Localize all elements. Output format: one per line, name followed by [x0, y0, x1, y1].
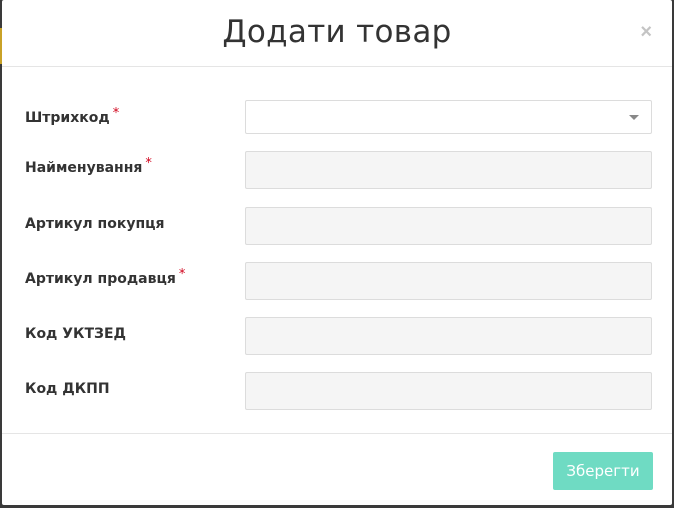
field-row-name: Найменування *	[2, 151, 672, 189]
modal-title: Додати товар	[222, 14, 452, 50]
field-row-dkpp: Код ДКПП	[2, 372, 672, 410]
uktzed-label: Код УКТЗЕД	[25, 326, 127, 342]
required-marker: *	[178, 267, 186, 282]
buyer-article-label: Артикул покупця	[25, 216, 165, 232]
name-label: Найменування *	[25, 156, 152, 176]
seller-article-field[interactable]	[245, 262, 652, 300]
add-product-modal: Додати товар × Штрихкод * Найменування * А…	[2, 0, 672, 505]
barcode-label: Штрихкод *	[25, 106, 120, 126]
modal-header: Додати товар ×	[2, 0, 672, 67]
field-row-seller-article: Артикул продавця *	[2, 262, 672, 300]
required-marker: *	[112, 106, 120, 121]
seller-article-label: Артикул продавця *	[25, 267, 186, 287]
field-row-uktzed: Код УКТЗЕД	[2, 317, 672, 355]
field-row-buyer-article: Артикул покупця	[2, 207, 672, 245]
close-icon[interactable]: ×	[640, 22, 652, 42]
dkpp-field[interactable]	[245, 372, 652, 410]
buyer-article-field[interactable]	[245, 207, 652, 245]
barcode-select[interactable]	[245, 100, 652, 134]
field-row-barcode: Штрихкод *	[2, 100, 672, 139]
chevron-down-icon	[629, 115, 639, 120]
modal-footer: Зберегти	[2, 433, 672, 505]
uktzed-field[interactable]	[245, 317, 652, 355]
name-field[interactable]	[245, 151, 652, 189]
required-marker: *	[145, 156, 152, 171]
save-button[interactable]: Зберегти	[553, 452, 653, 490]
dkpp-label: Код ДКПП	[25, 381, 110, 397]
